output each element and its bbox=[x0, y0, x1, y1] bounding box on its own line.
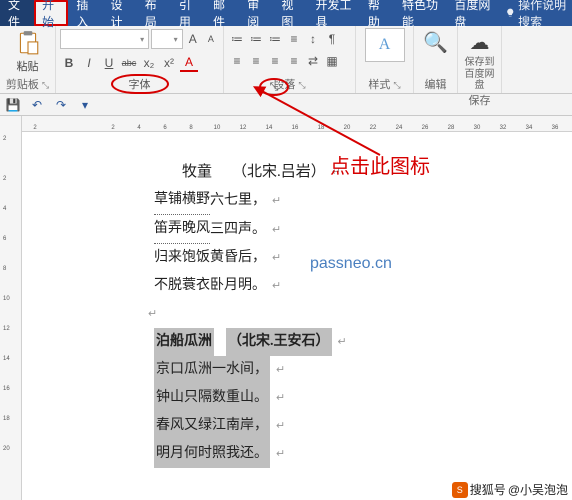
tab-view[interactable]: 视图 bbox=[273, 0, 307, 26]
tab-baidudisk[interactable]: 百度网盘 bbox=[446, 0, 498, 26]
poem1-line1: 草铺横野六七里，↵ bbox=[142, 186, 572, 215]
group-editing: 🔍 编辑 bbox=[414, 26, 458, 93]
group-clipboard: 粘贴 剪贴板 ⤡ bbox=[0, 26, 56, 93]
tab-mailings[interactable]: 邮件 bbox=[205, 0, 239, 26]
font-dialog-launcher[interactable]: ⤡ bbox=[259, 78, 289, 96]
poem2-title: 泊船瓜洲 （北宋.王安石） ↵ bbox=[142, 328, 572, 356]
empty-line: ↵ bbox=[142, 300, 572, 328]
qat-customize-button[interactable]: ▾ bbox=[76, 96, 94, 114]
save-group-footer: 保存 bbox=[462, 92, 497, 109]
strikethrough-button[interactable]: abc bbox=[120, 54, 138, 72]
tell-me-search[interactable]: 操作说明搜索 bbox=[505, 0, 572, 26]
line-spacing-button[interactable]: ↕ bbox=[304, 30, 322, 48]
watermark-text: passneo.cn bbox=[310, 255, 392, 273]
align-right-button[interactable]: ≡ bbox=[266, 52, 284, 70]
clipboard-group-label: 剪贴板 ⤡ bbox=[4, 76, 51, 93]
paste-icon bbox=[15, 28, 41, 58]
multilevel-button[interactable]: ≔ bbox=[266, 30, 284, 48]
tab-developer[interactable]: 开发工具 bbox=[308, 0, 360, 26]
tab-design[interactable]: 设计 bbox=[103, 0, 137, 26]
undo-button[interactable]: ↶ bbox=[28, 96, 46, 114]
find-icon[interactable]: 🔍 bbox=[423, 30, 448, 55]
poem2-line3: 春风又绿江南岸，↵ bbox=[142, 412, 572, 440]
tab-layout[interactable]: 布局 bbox=[137, 0, 171, 26]
show-marks-button[interactable]: ¶ bbox=[323, 30, 341, 48]
tab-review[interactable]: 审阅 bbox=[239, 0, 273, 26]
group-font: ▾ ▾ A A B I U abc x₂ x² A 字体 ⤡ bbox=[56, 26, 224, 93]
grow-font-icon[interactable]: A bbox=[185, 30, 201, 48]
poem1-line2: 笛弄晚风三四声。↵ bbox=[142, 215, 572, 244]
font-name-combo[interactable]: ▾ bbox=[60, 29, 149, 49]
document-page[interactable]: 牧童 （北宋.吕岩） ↵ 草铺横野六七里，↵ 笛弄晚风三四声。↵ 归来饱饭黄昏后… bbox=[22, 132, 572, 500]
align-left-button[interactable]: ≡ bbox=[228, 52, 246, 70]
save-label-1: 保存到 bbox=[462, 57, 497, 69]
ribbon: 粘贴 剪贴板 ⤡ ▾ ▾ A A B I U abc x₂ x² A 字体 bbox=[0, 26, 572, 94]
menu-bar: 文件 开始 插入 设计 布局 引用 邮件 审阅 视图 开发工具 帮助 特色功能 … bbox=[0, 0, 572, 26]
poem1-line4: 不脱蓑衣卧月明。↵ bbox=[142, 272, 572, 300]
document-area: 2 2 4 6 8 10 12 14 16 18 20 2 2 4 6 8 10… bbox=[0, 116, 572, 500]
bullets-button[interactable]: ≔ bbox=[228, 30, 246, 48]
subscript-button[interactable]: x₂ bbox=[140, 54, 158, 72]
vertical-ruler[interactable]: 2 2 4 6 8 10 12 14 16 18 20 bbox=[0, 116, 22, 500]
paste-label: 粘贴 bbox=[17, 58, 39, 74]
styles-group-label: 样式 ⤡ bbox=[360, 76, 409, 93]
paste-button[interactable]: 粘贴 bbox=[4, 28, 51, 74]
cloud-save-icon[interactable]: ☁ bbox=[470, 30, 490, 55]
tab-features[interactable]: 特色功能 bbox=[394, 0, 446, 26]
justify-button[interactable]: ≡ bbox=[285, 52, 303, 70]
superscript-button[interactable]: x² bbox=[160, 54, 178, 72]
font-size-combo[interactable]: ▾ bbox=[151, 29, 183, 49]
font-group-label: 字体 bbox=[111, 74, 169, 94]
decrease-indent-button[interactable]: ≡ bbox=[285, 30, 303, 48]
group-paragraph: ≔ ≔ ≔ ≡ ↕ ¶ ≡ ≡ ≡ ≡ ⇄ ▦ 段落 ⤡ bbox=[224, 26, 356, 93]
numbering-button[interactable]: ≔ bbox=[247, 30, 265, 48]
poem2-line2: 钟山只隔数重山。↵ bbox=[142, 384, 572, 412]
tab-help[interactable]: 帮助 bbox=[360, 0, 394, 26]
callout-text: 点击此图标 bbox=[330, 150, 430, 179]
sort-button[interactable]: ⇄ bbox=[304, 52, 322, 70]
avatar-icon: S bbox=[452, 482, 468, 498]
editing-group-label: 编辑 bbox=[418, 76, 453, 93]
poem2-line4: 明月何时照我还。↵ bbox=[142, 440, 572, 468]
underline-button[interactable]: U bbox=[100, 54, 118, 72]
align-center-button[interactable]: ≡ bbox=[247, 52, 265, 70]
save-label-2: 百度网盘 bbox=[462, 69, 497, 92]
tab-references[interactable]: 引用 bbox=[171, 0, 205, 26]
paragraph-group-label: 段落 ⤡ bbox=[228, 76, 351, 93]
poem2-line1: 京口瓜洲一水间，↵ bbox=[142, 356, 572, 384]
lightbulb-icon bbox=[505, 6, 515, 20]
italic-button[interactable]: I bbox=[80, 54, 98, 72]
tab-file[interactable]: 文件 bbox=[0, 0, 34, 26]
group-styles: A 样式 ⤡ bbox=[356, 26, 414, 93]
borders-button[interactable]: ▦ bbox=[323, 52, 341, 70]
tab-home[interactable]: 开始 bbox=[34, 0, 68, 26]
font-color-button[interactable]: A bbox=[180, 54, 198, 72]
footer-credit: S 搜狐号@小吴泡泡 bbox=[452, 481, 568, 498]
horizontal-ruler[interactable]: 2 2 4 6 8 10 12 14 16 18 20 22 24 26 28 … bbox=[22, 116, 572, 132]
save-icon[interactable]: 💾 bbox=[4, 96, 22, 114]
shrink-font-icon[interactable]: A bbox=[203, 30, 219, 48]
bold-button[interactable]: B bbox=[60, 54, 78, 72]
group-save-baidu: ☁ 保存到 百度网盘 保存 bbox=[458, 26, 502, 93]
styles-gallery[interactable]: A bbox=[365, 28, 405, 62]
redo-button[interactable]: ↷ bbox=[52, 96, 70, 114]
tab-insert[interactable]: 插入 bbox=[68, 0, 102, 26]
tell-me-label: 操作说明搜索 bbox=[518, 0, 572, 30]
